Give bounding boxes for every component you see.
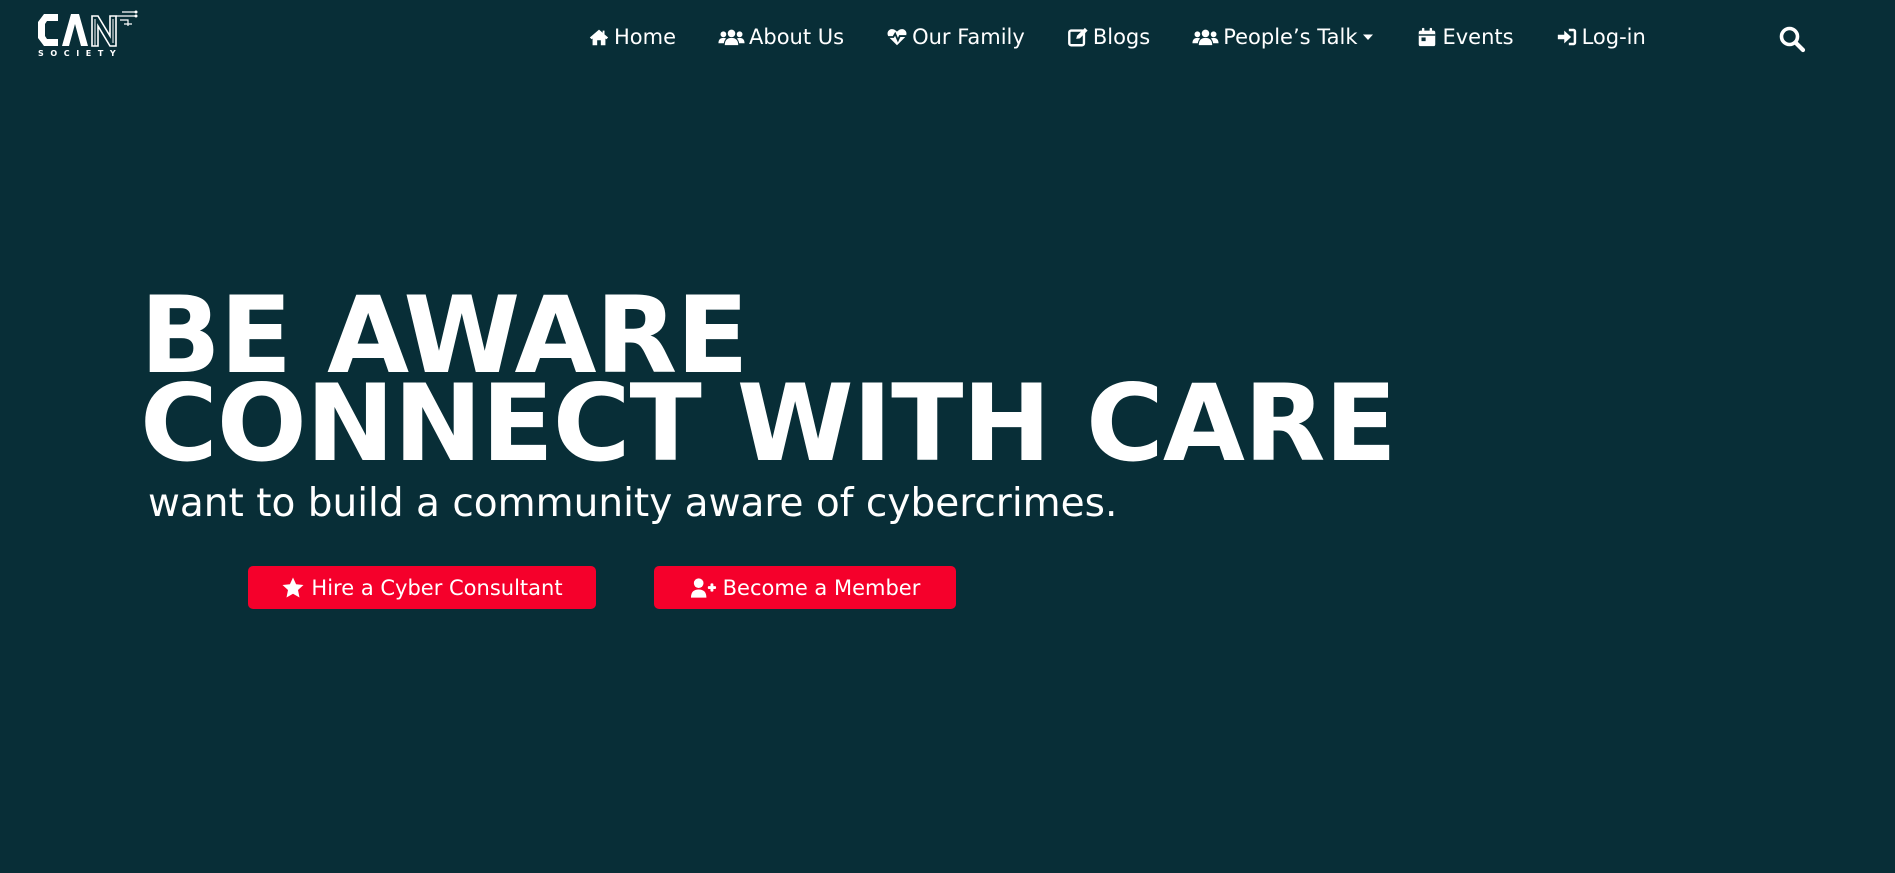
hero-tagline: want to build a community aware of cyber… — [148, 481, 1118, 526]
hero-title-line-2: CONNECT WITH CARE — [140, 362, 1397, 485]
nav-item-about-us[interactable]: About Us — [718, 25, 844, 49]
sign-in-icon — [1556, 26, 1578, 48]
edit-icon — [1067, 26, 1089, 48]
nav-item-our-family[interactable]: Our Family — [886, 25, 1025, 49]
users-icon — [1192, 26, 1219, 48]
nav-item-peoples-talk[interactable]: People’s Talk — [1192, 25, 1374, 49]
nav-item-label: People’s Talk — [1223, 25, 1358, 49]
nav-item-label: Events — [1442, 25, 1514, 49]
nav-item-label: About Us — [749, 25, 845, 49]
nav-item-blogs[interactable]: Blogs — [1067, 25, 1150, 49]
user-plus-icon — [690, 576, 717, 600]
logo-subtitle: SOCIETY — [38, 49, 123, 58]
star-icon — [281, 576, 305, 600]
hire-button-label: Hire a Cyber Consultant — [311, 575, 563, 600]
logo-mark — [38, 10, 138, 47]
member-button-label: Become a Member — [722, 575, 921, 600]
search-button[interactable] — [1778, 25, 1806, 53]
nav-item-log-in[interactable]: Log-in — [1556, 25, 1646, 49]
calendar-icon — [1416, 26, 1438, 48]
page: SOCIETY Home About Us Our Family Blogs P… — [0, 0, 1895, 873]
users-icon — [718, 26, 745, 48]
hire-cyber-consultant-button[interactable]: Hire a Cyber Consultant — [248, 566, 596, 609]
nav-item-home[interactable]: Home — [588, 25, 676, 49]
nav-item-label: Home — [614, 25, 677, 49]
chevron-down-icon — [1362, 31, 1374, 43]
nav-item-label: Our Family — [912, 25, 1025, 49]
search-icon — [1779, 26, 1806, 53]
heartbeat-icon — [886, 26, 908, 48]
nav-item-label: Log-in — [1581, 25, 1646, 49]
site-logo[interactable]: SOCIETY — [36, 10, 140, 62]
nav-item-label: Blogs — [1092, 25, 1151, 49]
main-nav: Home About Us Our Family Blogs People’s … — [588, 18, 1646, 56]
nav-item-events[interactable]: Events — [1416, 25, 1514, 49]
home-icon — [588, 26, 610, 48]
become-member-button[interactable]: Become a Member — [654, 566, 956, 609]
